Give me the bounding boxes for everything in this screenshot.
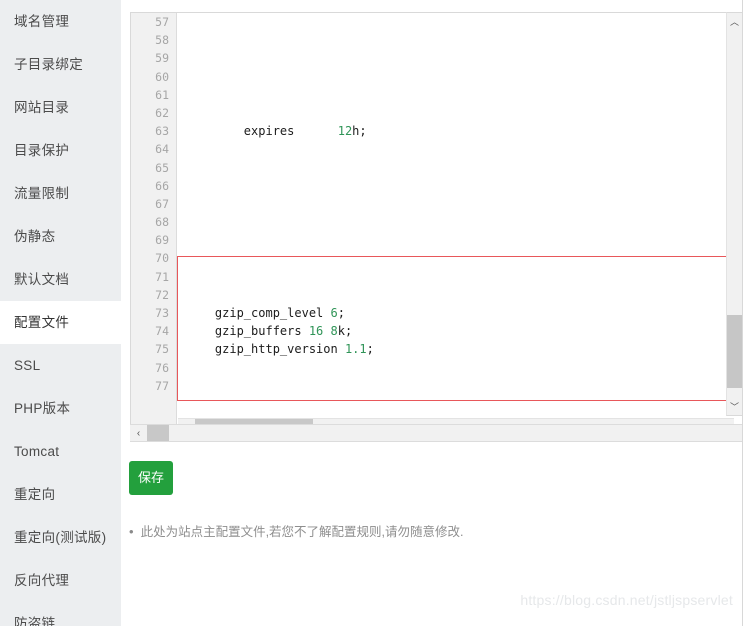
code-line[interactable] xyxy=(178,231,734,249)
code-line[interactable]: gzip_buffers 16 8k; xyxy=(178,322,734,340)
sidebar-item-0[interactable]: 域名管理 xyxy=(0,0,121,43)
line-number: 74 xyxy=(155,324,169,339)
code-line[interactable]: gzip_http_version 1.1; xyxy=(178,340,734,358)
line-number: 60 xyxy=(155,69,169,84)
save-button[interactable]: 保存 xyxy=(129,461,173,495)
chevron-up-icon[interactable]: ︿ xyxy=(727,13,742,30)
line-number: 65 xyxy=(155,160,169,175)
code-line[interactable] xyxy=(178,249,734,267)
sidebar-item-9[interactable]: PHP版本 xyxy=(0,387,121,430)
editor-body[interactable]: 57 58 59 60 61 62 63 64 65 66 67 68 69 70 71 72 73 74 75 76… xyxy=(131,13,734,435)
code-line[interactable] xyxy=(178,68,734,86)
sidebar-item-label: Tomcat xyxy=(14,444,60,459)
editor-line-number-gutter: 57 58 59 60 61 62 63 64 65 66 67 68 69 70 71 72 73 74 75 76… xyxy=(131,13,177,435)
sidebar-item-6[interactable]: 默认文档 xyxy=(0,258,121,301)
code-line[interactable] xyxy=(178,377,734,395)
sidebar-item-5[interactable]: 伪静态 xyxy=(0,215,121,258)
code-line[interactable] xyxy=(178,49,734,67)
page-hscroll-thumb[interactable] xyxy=(147,425,169,441)
chevron-left-icon-outer[interactable]: ‹ xyxy=(130,425,147,441)
code-line[interactable] xyxy=(178,177,734,195)
line-number: 68 xyxy=(155,215,169,230)
sidebar-item-1[interactable]: 子目录绑定 xyxy=(0,43,121,86)
line-number: 63 xyxy=(155,124,169,139)
sidebar-item-10[interactable]: Tomcat xyxy=(0,430,121,473)
editor-vertical-scrollbar[interactable]: ︿ ﹀ xyxy=(726,12,743,416)
watermark: https://blog.csdn.net/jstljspservlet xyxy=(520,592,733,608)
line-number: 75 xyxy=(155,342,169,357)
sidebar-item-label: 流量限制 xyxy=(14,186,70,201)
code-line[interactable] xyxy=(178,86,734,104)
sidebar-item-14[interactable]: 防盗链 xyxy=(0,602,121,626)
line-number: 72 xyxy=(155,287,169,302)
line-number: 71 xyxy=(155,269,169,284)
editor-code-area[interactable]: expires 12h; gzip_comp_level 6; gzip_buf… xyxy=(178,13,734,435)
line-number: 73 xyxy=(155,306,169,320)
bullet-icon: • xyxy=(129,524,134,539)
sidebar-item-label: 目录保护 xyxy=(14,143,70,158)
line-number: 77 xyxy=(155,378,169,393)
sidebar-item-3[interactable]: 目录保护 xyxy=(0,129,121,172)
numeric-token: 1.1 xyxy=(344,342,367,357)
editor-vscroll-thumb[interactable] xyxy=(727,315,742,388)
sidebar-item-label: 重定向(测试版) xyxy=(14,530,107,545)
sidebar-item-label: 默认文档 xyxy=(14,272,70,287)
code-line[interactable] xyxy=(178,359,734,377)
code-line[interactable] xyxy=(178,159,734,177)
sidebar-item-label: 域名管理 xyxy=(14,14,70,29)
sidebar-item-label: 重定向 xyxy=(14,487,56,502)
code-line[interactable] xyxy=(178,31,734,49)
chevron-down-icon[interactable]: ﹀ xyxy=(727,398,742,415)
line-number: 67 xyxy=(155,196,169,211)
sidebar-item-label: PHP版本 xyxy=(14,401,71,416)
line-number: 59 xyxy=(155,51,169,66)
sidebar-item-12[interactable]: 重定向(测试版) xyxy=(0,516,121,559)
numeric-token: 16 8 xyxy=(308,324,338,339)
sidebar: 域名管理子目录绑定网站目录目录保护流量限制伪静态默认文档配置文件 SSL PHP版本… xyxy=(0,0,121,626)
line-number: 57 xyxy=(155,15,169,29)
numeric-token: 12 xyxy=(337,124,353,139)
sidebar-item-label: 反向代理 xyxy=(14,573,70,588)
sidebar-item-label: 伪静态 xyxy=(14,229,56,244)
line-number: 62 xyxy=(155,105,169,120)
sidebar-item-11[interactable]: 重定向 xyxy=(0,473,121,516)
sidebar-item-2[interactable]: 网站目录 xyxy=(0,86,121,129)
page-root: 域名管理子目录绑定网站目录目录保护流量限制伪静态默认文档配置文件 SSL PHP版本… xyxy=(0,0,743,626)
sidebar-item-label: SSL xyxy=(14,358,41,373)
code-line[interactable] xyxy=(178,268,734,286)
line-number: 69 xyxy=(155,233,169,248)
code-line[interactable] xyxy=(178,13,734,31)
page-horizontal-scrollbar[interactable]: ‹ xyxy=(130,424,743,442)
code-line[interactable] xyxy=(178,195,734,213)
code-line[interactable]: expires 12h; xyxy=(178,122,734,140)
config-note: • 此处为站点主配置文件,若您不了解配置规则,请勿随意修改. xyxy=(129,524,463,540)
sidebar-item-8[interactable]: SSL xyxy=(0,344,121,387)
line-number: 58 xyxy=(155,33,169,48)
code-line[interactable] xyxy=(178,104,734,122)
line-number: 64 xyxy=(155,142,169,157)
line-number: 66 xyxy=(155,178,169,193)
sidebar-item-13[interactable]: 反向代理 xyxy=(0,559,121,602)
config-file-editor[interactable]: 57 58 59 60 61 62 63 64 65 66 67 68 69 70 71 72 73 74 75 76… xyxy=(130,12,734,436)
line-number: 70 xyxy=(155,251,169,266)
sidebar-item-label: 网站目录 xyxy=(14,100,70,115)
line-number: 76 xyxy=(155,360,169,375)
code-line[interactable] xyxy=(178,213,734,231)
sidebar-item-label: 配置文件 xyxy=(14,315,70,330)
config-note-text: 此处为站点主配置文件,若您不了解配置规则,请勿随意修改. xyxy=(140,525,464,539)
code-line[interactable] xyxy=(178,286,734,304)
content-pane: 57 58 59 60 61 62 63 64 65 66 67 68 69 70 71 72 73 74 75 76… xyxy=(121,0,743,626)
numeric-token: 6 xyxy=(330,306,338,320)
sidebar-item-7[interactable]: 配置文件 xyxy=(0,301,121,344)
code-line[interactable] xyxy=(178,140,734,158)
sidebar-item-label: 防盗链 xyxy=(14,616,56,626)
sidebar-item-4[interactable]: 流量限制 xyxy=(0,172,121,215)
code-line[interactable]: gzip_comp_level 6; xyxy=(178,304,734,322)
sidebar-item-label: 子目录绑定 xyxy=(14,57,83,72)
line-number: 61 xyxy=(155,87,169,102)
